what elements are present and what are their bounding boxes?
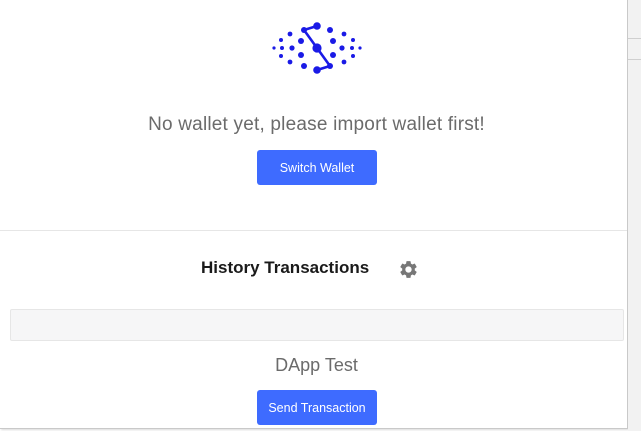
switch-wallet-button[interactable]: Switch Wallet [257,150,377,185]
background-window-edge [628,0,641,431]
section-divider [0,230,627,231]
wallet-panel: No wallet yet, please import wallet firs… [0,0,628,429]
history-transactions-title: History Transactions [201,258,370,277]
send-transaction-button[interactable]: Send Transaction [257,390,377,425]
no-wallet-message: No wallet yet, please import wallet firs… [148,114,485,135]
dapp-test-title: DApp Test [275,355,358,375]
history-transactions-list [10,309,624,341]
background-window-divider [628,38,641,60]
logo-icon [272,22,362,74]
gear-icon[interactable] [398,259,419,280]
